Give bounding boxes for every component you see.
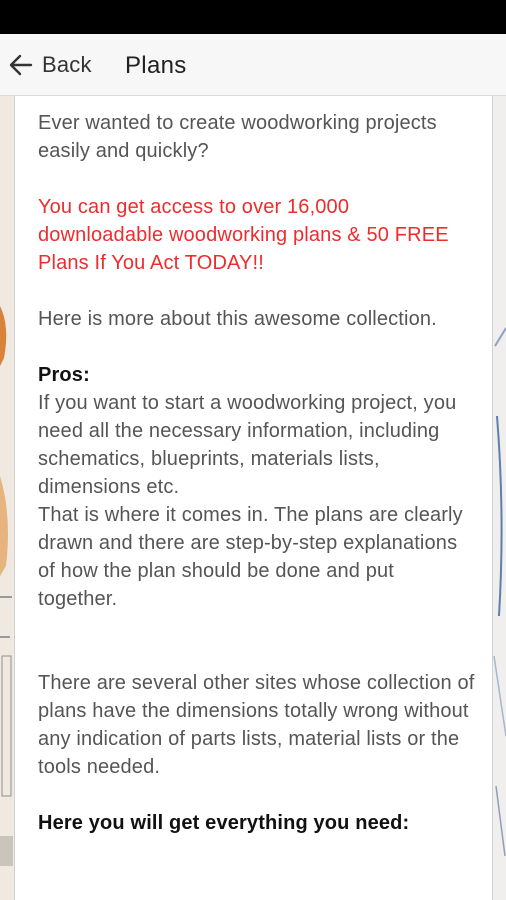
more-about-paragraph: Here is more about this awesome collecti… <box>38 308 437 330</box>
arrow-left-icon <box>9 54 33 76</box>
pros-paragraph-2: That is where it comes in. The plans are… <box>38 504 463 610</box>
background-image-right <box>493 96 506 900</box>
page-title: Plans <box>125 52 187 79</box>
pros-heading: Pros: <box>38 364 90 386</box>
app-bar: Back Plans <box>0 34 506 96</box>
pros-paragraph-1: If you want to start a woodworking proje… <box>38 392 457 498</box>
intro-paragraph: Ever wanted to create woodworking projec… <box>38 112 437 162</box>
other-sites-paragraph: There are several other sites whose coll… <box>38 672 475 778</box>
promo-paragraph[interactable]: You can get access to over 16,000 downlo… <box>38 193 478 277</box>
everything-heading: Here you will get everything you need: <box>38 812 410 834</box>
back-button[interactable]: Back <box>8 47 92 83</box>
back-label: Back <box>42 52 92 77</box>
content-card: Ever wanted to create woodworking projec… <box>14 96 493 900</box>
background-image-left <box>0 96 14 900</box>
article-content: Ever wanted to create woodworking projec… <box>38 109 478 837</box>
status-bar <box>0 0 506 34</box>
